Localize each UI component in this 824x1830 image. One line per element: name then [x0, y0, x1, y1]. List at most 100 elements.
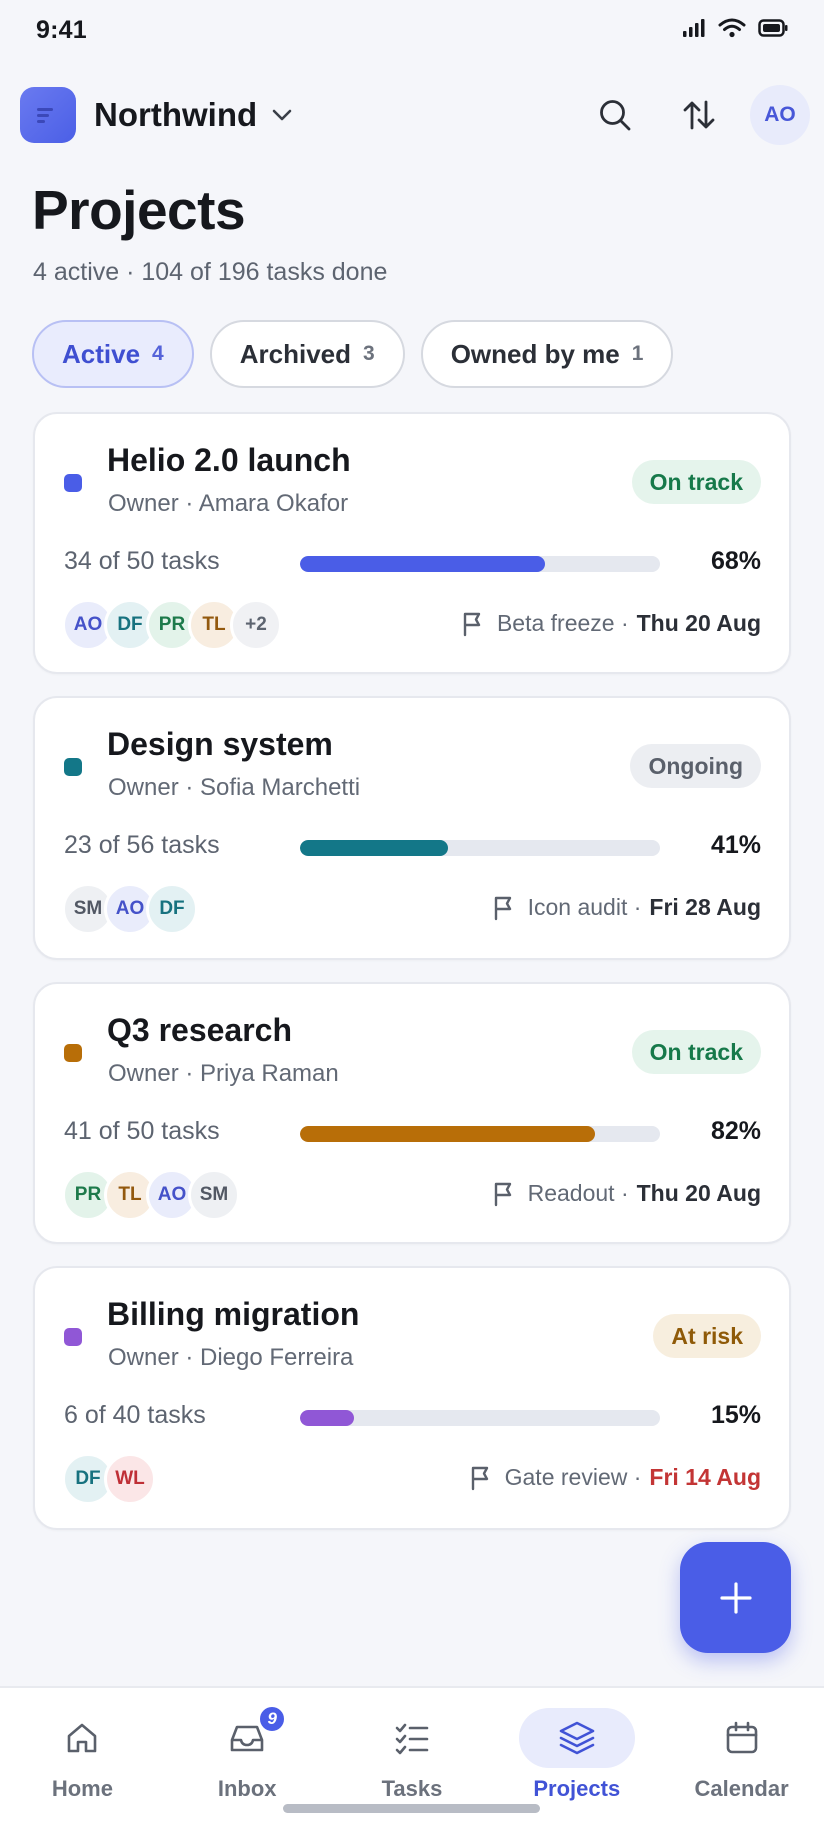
progress-fill [300, 840, 448, 856]
task-count: 23 of 56 tasks [64, 831, 220, 859]
filter-label: Archived [239, 338, 351, 369]
project-owner: Owner · Diego Ferreira [108, 1344, 354, 1371]
filter-chips: Active 4 Archived 3 Owned by me 1 [32, 320, 674, 388]
add-project-button[interactable] [680, 1542, 791, 1653]
filter-count: 3 [363, 342, 375, 365]
sort-button[interactable] [670, 86, 728, 144]
workspace-name[interactable]: Northwind [94, 96, 257, 134]
project-owner: Owner · Amara Okafor [108, 490, 349, 517]
project-color-dot [64, 474, 82, 492]
progress-fill [300, 556, 545, 572]
home-icon [68, 1723, 97, 1753]
workspace-logo[interactable] [20, 87, 76, 143]
project-title: Helio 2.0 launch [107, 442, 351, 478]
progress-fill [300, 1410, 354, 1426]
progress-bar [300, 1410, 660, 1426]
status-time: 9:41 [36, 15, 87, 44]
tab-icon-wrap [518, 1708, 635, 1768]
project-card[interactable]: Helio 2.0 launch Owner · Amara Okafor On… [33, 412, 791, 674]
milestone: Readout · Thu 20 Aug [492, 1180, 761, 1207]
tab-label: Inbox [217, 1776, 277, 1801]
search-icon [600, 100, 631, 131]
logo-icon [37, 108, 53, 123]
filter-chip-archived[interactable]: Archived 3 [209, 320, 405, 388]
milestone-date: Fri 14 Aug [649, 1464, 761, 1490]
milestone: Icon audit · Fri 28 Aug [492, 894, 761, 921]
tab-icon-wrap [684, 1708, 800, 1768]
project-card[interactable]: Q3 research Owner · Priya Raman On track… [33, 982, 791, 1244]
home-indicator [283, 1804, 540, 1813]
avatar: SM [188, 1169, 240, 1221]
status-badge: At risk [653, 1314, 761, 1358]
inbox-badge: 9 [257, 1704, 288, 1734]
app-header: Northwind AO [20, 85, 810, 145]
checklist-icon [395, 1723, 429, 1755]
status-badge: On track [631, 460, 761, 504]
avatar: WL [104, 1453, 156, 1505]
project-card[interactable]: Billing migration Owner · Diego Ferreira… [33, 1266, 791, 1530]
status-badge: On track [631, 1030, 761, 1074]
flag-icon [492, 895, 516, 921]
milestone-date: Fri 28 Aug [649, 894, 761, 920]
tab-icon-wrap: 9 [189, 1704, 305, 1768]
milestone: Gate review · Fri 14 Aug [469, 1464, 761, 1491]
project-color-dot [64, 1328, 82, 1346]
filter-label: Active [62, 338, 141, 369]
sort-icon [683, 100, 715, 130]
tab-label: Home [51, 1776, 113, 1801]
task-count: 34 of 50 tasks [64, 547, 220, 575]
page-subtitle: 4 active · 104 of 196 tasks done [33, 258, 388, 286]
progress-percent: 15% [710, 1401, 761, 1429]
wifi-icon [718, 18, 746, 43]
tab-label: Calendar [694, 1776, 789, 1801]
flag-icon [461, 611, 485, 637]
milestone-date: Thu 20 Aug [636, 1180, 761, 1206]
status-bar: 9:41 [0, 0, 824, 60]
project-title: Design system [107, 726, 333, 762]
tab-label: Projects [533, 1776, 621, 1801]
project-owner: Owner · Sofia Marchetti [108, 774, 361, 801]
filter-count: 4 [152, 342, 164, 365]
flag-icon [492, 1181, 516, 1207]
project-color-dot [64, 1044, 82, 1062]
member-avatars[interactable]: SM AO DF [62, 883, 198, 935]
filter-label: Owned by me [450, 338, 620, 369]
milestone-date: Thu 20 Aug [636, 610, 761, 636]
progress-percent: 82% [710, 1117, 761, 1145]
tab-label: Tasks [381, 1776, 443, 1801]
milestone-name: Gate review · [504, 1464, 642, 1490]
battery-icon [758, 18, 788, 42]
more-members-count: +2 [230, 599, 282, 651]
project-color-dot [64, 758, 82, 776]
task-count: 41 of 50 tasks [64, 1117, 220, 1145]
milestone-name: Beta freeze · [496, 610, 629, 636]
member-avatars[interactable]: AO DF PR TL +2 [62, 599, 282, 651]
search-button[interactable] [586, 86, 644, 144]
layers-icon [559, 1721, 595, 1755]
progress-bar [300, 1126, 660, 1142]
chevron-down-icon[interactable] [271, 108, 293, 127]
filter-count: 1 [631, 342, 644, 365]
project-title: Billing migration [107, 1296, 360, 1332]
user-avatar[interactable]: AO [750, 85, 810, 145]
project-owner: Owner · Priya Raman [108, 1060, 339, 1087]
milestone-name: Readout · [527, 1180, 629, 1206]
tab-home[interactable]: Home [0, 1688, 165, 1830]
tab-calendar[interactable]: Calendar [659, 1688, 824, 1830]
progress-percent: 68% [710, 547, 761, 575]
status-icons [682, 18, 788, 43]
filter-chip-owned-by-me[interactable]: Owned by me 1 [420, 320, 674, 388]
filter-chip-active[interactable]: Active 4 [32, 320, 194, 388]
task-count: 6 of 40 tasks [64, 1401, 206, 1429]
member-avatars[interactable]: PR TL AO SM [62, 1169, 240, 1221]
signal-icon [682, 18, 706, 43]
page-title: Projects [32, 179, 246, 241]
project-card[interactable]: Design system Owner · Sofia Marchetti On… [33, 696, 791, 960]
calendar-icon [726, 1721, 757, 1754]
tab-icon-wrap [354, 1708, 470, 1768]
member-avatars[interactable]: DF WL [62, 1453, 156, 1505]
progress-fill [300, 1126, 596, 1142]
progress-bar [300, 556, 660, 572]
project-title: Q3 research [107, 1012, 293, 1048]
avatar: DF [146, 883, 198, 935]
